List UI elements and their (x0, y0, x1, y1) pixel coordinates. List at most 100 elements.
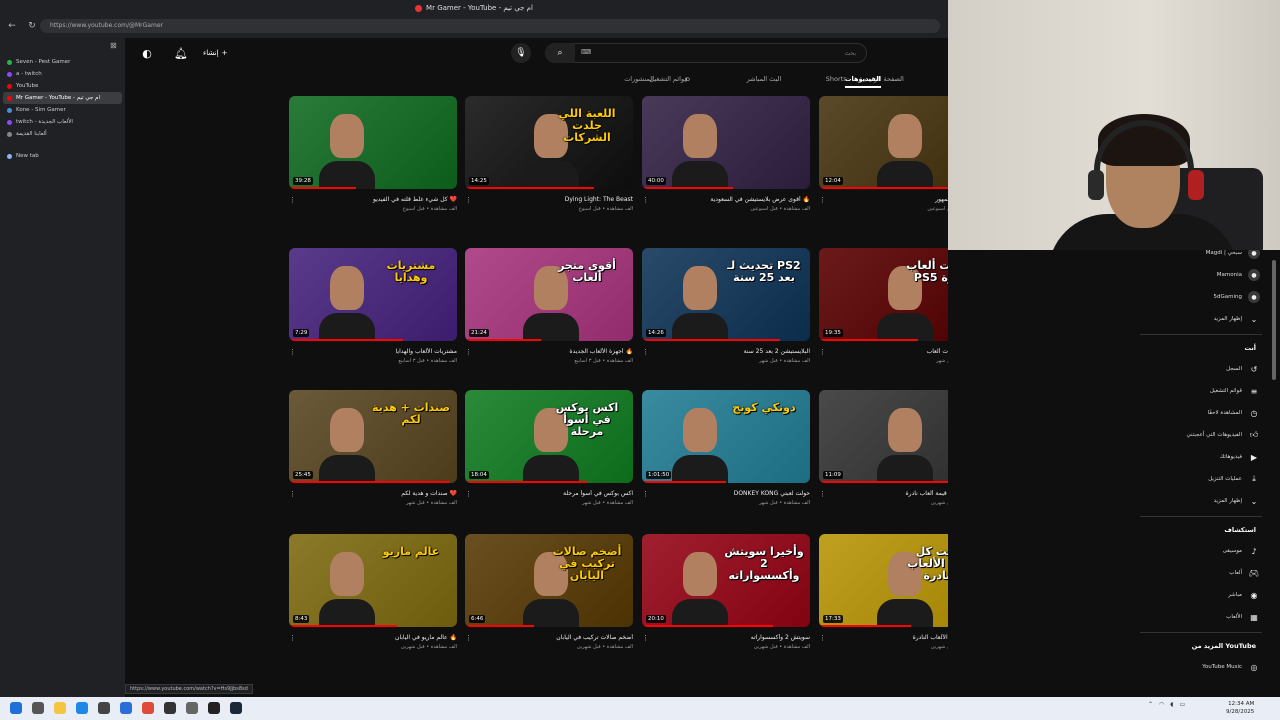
browser-tab[interactable]: Seven - Pest Gamer (3, 56, 122, 68)
video-card[interactable]: صندات ألعاب PS5 نادرة19:35⋮صندات ألعاب P… (819, 248, 948, 388)
video-title[interactable]: عالم ماريو في اليابان 🔥 (289, 634, 457, 641)
browser-tab[interactable]: Kone - Sim Gamer (3, 104, 122, 116)
settings-icon[interactable] (186, 702, 198, 714)
guide-item[interactable]: المشاهدة لاحقًا ◷ (1208, 406, 1260, 420)
video-card[interactable]: دونكي كونج 1:01:50 ⋮ DONKEY KONG حولت لعبتي… (642, 390, 810, 530)
video-thumbnail[interactable]: 11:09 (819, 390, 948, 483)
voice-search-icon[interactable]: 🎙︎ (511, 43, 531, 63)
search-input[interactable]: بحث (545, 43, 867, 63)
browser-tab[interactable]: twitch - الألعاب الجديدة (3, 116, 122, 128)
video-title[interactable]: أقوى عرض بلايستيشن في السعودية 🔥 (642, 196, 810, 203)
terminal-icon[interactable] (208, 702, 220, 714)
chevron-up-icon[interactable]: ⌃ (1148, 701, 1153, 708)
video-thumbnail[interactable]: 39:28 (289, 96, 457, 189)
channel-tab[interactable]: المنشورات (624, 75, 654, 83)
video-title[interactable]: سويتش 2 وأكسسواراته (642, 634, 810, 641)
address-bar[interactable]: https://www.youtube.com/@MrGamer (40, 19, 940, 33)
guide-item[interactable]: إظهار المزيد ⌄ (1214, 494, 1260, 508)
video-title[interactable]: كل شيء غلط قلته في الفيديو ❤️ (289, 196, 457, 203)
search-icon[interactable] (32, 702, 44, 714)
file-explorer-icon[interactable] (54, 702, 66, 714)
notifications-bell-icon[interactable]: 🔔︎ (173, 45, 189, 61)
video-thumbnail[interactable]: 12:04 (819, 96, 948, 189)
guide-item[interactable]: عمليات التنزيل ⤓ (1208, 472, 1260, 486)
guide-item[interactable]: موسيقى ♪ (1223, 544, 1260, 558)
video-title[interactable]: مشتريات الألعاب والهدايا (289, 348, 457, 355)
channel-tab[interactable]: البث المباشر (747, 75, 782, 83)
video-title[interactable]: صندات و هدية لكم ❤️ (289, 490, 457, 497)
video-card[interactable]: مشتريات وهدايا 7:29 ⋮ مشتريات الألعاب والهد… (289, 248, 457, 388)
reload-icon[interactable]: ↻ (26, 20, 38, 32)
video-card[interactable]: صندات + هدية لكم 25:45 ⋮ صندات و هدية لكم ❤… (289, 390, 457, 530)
guide-item[interactable]: السجل ↺ (1226, 362, 1260, 376)
taskbar-clock[interactable]: 12:34 AM 9/28/2025 (1226, 700, 1254, 716)
browser-tab[interactable]: YouTube (3, 80, 122, 92)
video-title[interactable]: جربت كل أنواع الألعاب النادرة (819, 634, 948, 641)
guide-item[interactable]: ألعاب 🎮︎ (1229, 566, 1260, 580)
search-icon[interactable]: ⌕ (545, 43, 575, 63)
steam-icon[interactable] (230, 702, 242, 714)
edge-browser-icon[interactable] (76, 702, 88, 714)
collapse-tabs-icon[interactable]: ⊠ (110, 41, 117, 50)
guide-item[interactable]: فيديوهاتك ▶ (1220, 450, 1260, 464)
video-thumbnail[interactable]: جربت كل أنواع الألعاب النادرة 17:33 (819, 534, 948, 627)
browser-tab[interactable]: a - twitch (3, 68, 122, 80)
browser-tab[interactable]: Mr Gamer - YouTube - ام جي تيم (3, 92, 122, 104)
video-card[interactable]: جربت كل أنواع الألعاب النادرة17:33⋮جربت … (819, 534, 948, 674)
video-card[interactable]: تحديث لـ PS2 بعد 25 سنة 14:26 ⋮ البلايستيشن… (642, 248, 810, 388)
guide-scrollbar[interactable] (1272, 260, 1276, 380)
video-thumbnail[interactable]: وأخيرا سويتش 2 وأكسسواراته 20:10 (642, 534, 810, 627)
account-avatar-icon[interactable]: ◐ (139, 45, 155, 61)
video-thumbnail[interactable]: عالم ماريو 8:43 (289, 534, 457, 627)
windows-start-icon[interactable] (10, 702, 22, 714)
keyboard-icon[interactable]: ⌨ (581, 48, 591, 56)
mail-icon[interactable] (120, 702, 132, 714)
video-title[interactable]: DONKEY KONG حولت لعبتي (642, 490, 810, 497)
video-card[interactable]: أقوى متجر ألعاب 21:24 ⋮ أجهزة الألعاب الجدي… (465, 248, 633, 388)
guide-item[interactable]: الألعاب ▦ (1226, 610, 1260, 624)
video-card[interactable]: 11:09⋮أغرب شيء في قيمة ألعاب نادرةألف مش… (819, 390, 948, 530)
video-card[interactable]: اللعبة اللي جلدت الشركات 14:25 ⋮ Dying Ligh… (465, 96, 633, 236)
chrome-icon[interactable] (142, 702, 154, 714)
video-title[interactable]: أضخم صالات تركيب في اليابان (465, 634, 633, 641)
guide-item[interactable]: YouTube Music ◎ (1202, 660, 1260, 674)
video-card[interactable]: اكس بوكس في أسوأ مرحلة 18:04 ⋮ اكس بوكس في … (465, 390, 633, 530)
video-card[interactable]: أضخم صالات تركيب في اليابان 6:46 ⋮ أضخم صال… (465, 534, 633, 674)
back-icon[interactable]: ← (6, 20, 18, 32)
video-card[interactable]: 12:04⋮ردة فعل الجمهور 🔥ألف مشاهدة • قبل … (819, 96, 948, 236)
video-thumbnail[interactable]: أضخم صالات تركيب في اليابان 6:46 (465, 534, 633, 627)
video-title[interactable]: اكس بوكس في أسوأ مرحلة (465, 490, 633, 497)
channel-tab[interactable]: قوائم التشغيل (649, 75, 687, 83)
video-thumbnail[interactable]: اللعبة اللي جلدت الشركات 14:25 (465, 96, 633, 189)
video-thumbnail[interactable]: 40:00 (642, 96, 810, 189)
create-button[interactable]: إنشاء + (203, 45, 227, 61)
video-card[interactable]: عالم ماريو 8:43 ⋮ عالم ماريو في اليابان 🔥 أل… (289, 534, 457, 674)
video-title[interactable]: أغرب شيء في قيمة ألعاب نادرة (819, 490, 948, 497)
video-thumbnail[interactable]: اكس بوكس في أسوأ مرحلة 18:04 (465, 390, 633, 483)
guide-item[interactable]: مباشر ◉ (1228, 588, 1260, 602)
task-view-icon[interactable] (98, 702, 110, 714)
guide-item[interactable]: 5dGaming ● (1214, 290, 1260, 304)
battery-icon[interactable]: ▭ (1179, 701, 1185, 708)
guide-item[interactable]: الفيديوهات التي أعجبتني 👍︎ (1186, 428, 1260, 442)
video-thumbnail[interactable]: أقوى متجر ألعاب 21:24 (465, 248, 633, 341)
video-title[interactable]: Dying Light: The Beast (465, 196, 633, 203)
video-card[interactable]: وأخيرا سويتش 2 وأكسسواراته 20:10 ⋮ سويتش 2 … (642, 534, 810, 674)
video-title[interactable]: ردة فعل الجمهور 🔥 (819, 196, 948, 203)
video-title[interactable]: البلايستيشن 2 بعد 25 سنة (642, 348, 810, 355)
browser-tab[interactable]: New tab (3, 150, 122, 162)
video-thumbnail[interactable]: تحديث لـ PS2 بعد 25 سنة 14:26 (642, 248, 810, 341)
video-card[interactable]: 39:28 ⋮ كل شيء غلط قلته في الفيديو ❤️ ألف م… (289, 96, 457, 236)
video-title[interactable]: صندات ألعاب PS5 نادرة (819, 348, 948, 355)
video-thumbnail[interactable]: مشتريات وهدايا 7:29 (289, 248, 457, 341)
video-card[interactable]: 40:00 ⋮ أقوى عرض بلايستيشن في السعودية 🔥 أل… (642, 96, 810, 236)
video-thumbnail[interactable]: صندات + هدية لكم 25:45 (289, 390, 457, 483)
obs-icon[interactable] (164, 702, 176, 714)
volume-icon[interactable]: ◖ (1170, 701, 1173, 708)
guide-item[interactable]: قوائم التشغيل ≡ (1210, 384, 1260, 398)
browser-tab[interactable]: ألعابنا القديمة (3, 128, 122, 140)
video-title[interactable]: أجهزة الألعاب الجديدة 🔥 (465, 348, 633, 355)
guide-item[interactable]: إظهار المزيد ⌄ (1214, 312, 1260, 326)
channel-tab[interactable]: Shorts (826, 75, 847, 83)
guide-item[interactable]: Mamonia ● (1217, 268, 1260, 282)
